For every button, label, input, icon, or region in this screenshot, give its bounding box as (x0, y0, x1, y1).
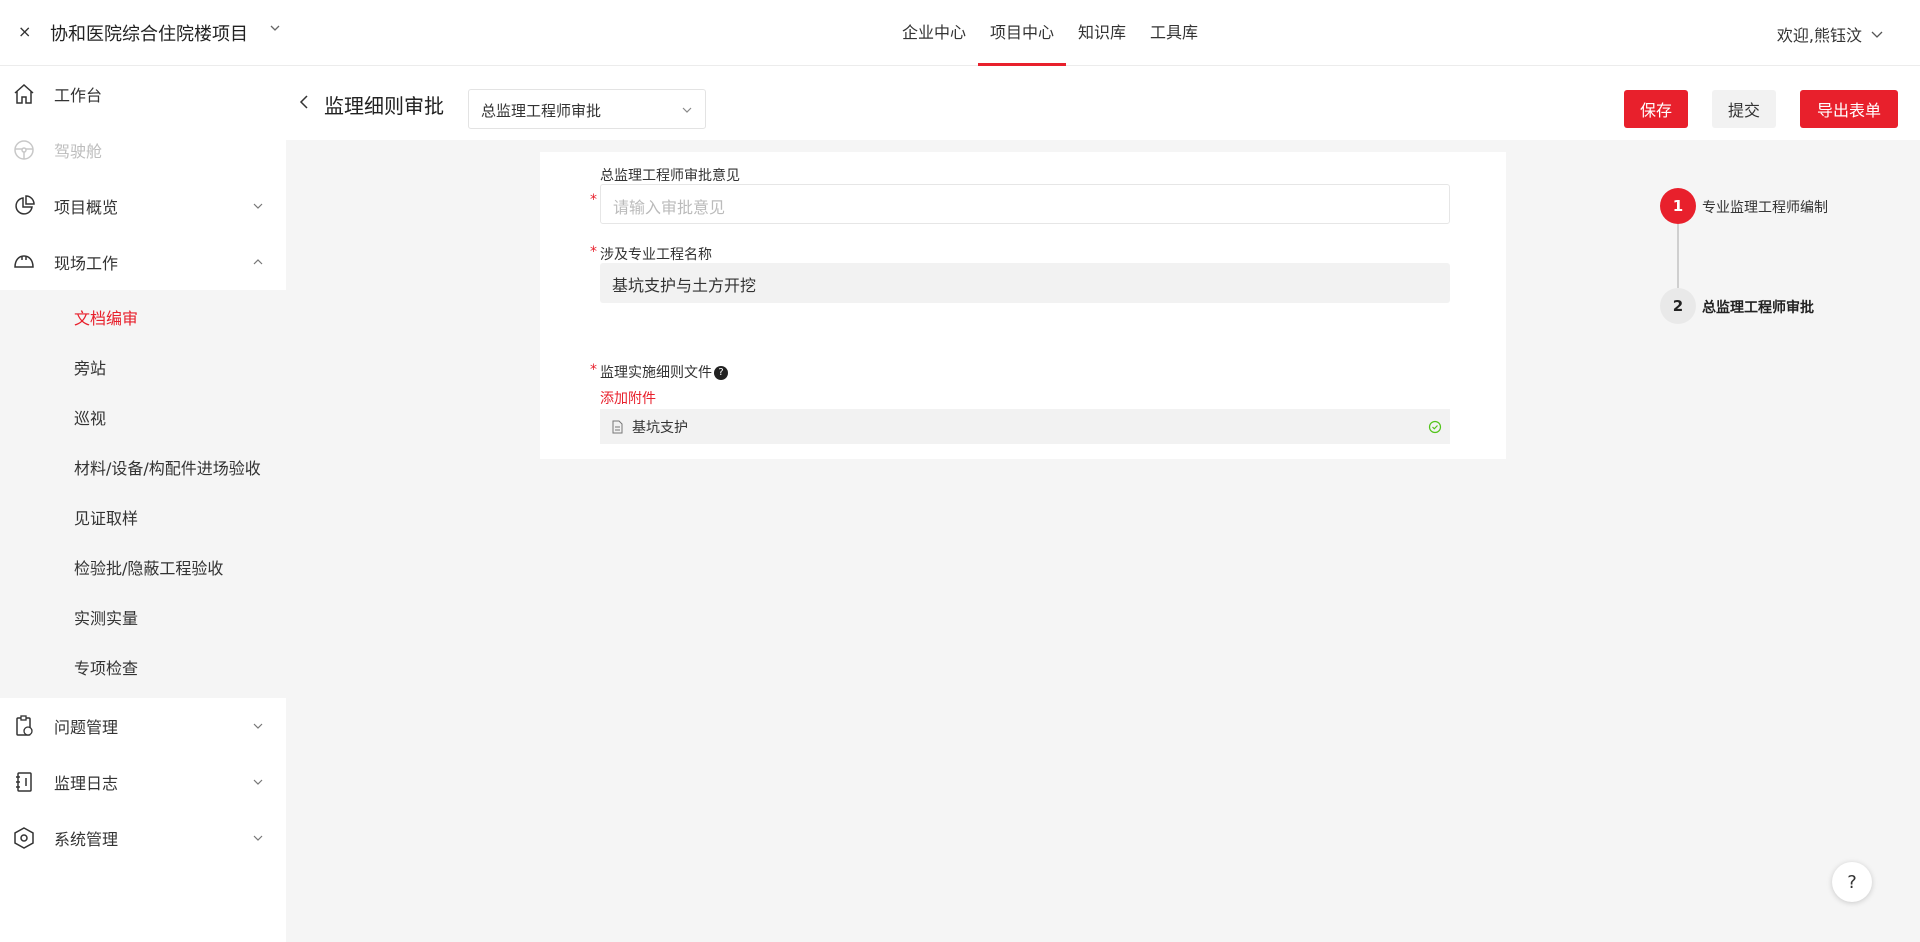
nav-enterprise-center[interactable]: 企业中心 (890, 0, 978, 66)
file-label: 监理实施细则文件? (600, 362, 728, 382)
attachment-name: 基坑支护 (632, 419, 688, 436)
export-form-button[interactable]: 导出表单 (1800, 90, 1898, 128)
main-content: 总监理工程师审批意见 * 请输入审批意见 * 涉及专业工程名称 基坑支护与土方开… (286, 140, 1920, 942)
step-2-label: 总监理工程师审批 (1702, 300, 1814, 316)
back-arrow-icon[interactable] (298, 94, 312, 110)
clipboard-question-icon (16, 715, 33, 736)
help-button[interactable]: ? (1832, 862, 1872, 902)
chevron-down-icon (253, 835, 263, 841)
project-name-label: 涉及专业工程名称 (600, 247, 712, 263)
sidebar: 工作台 驾驶舱 项目概览 现场工作 文档编审 旁站 巡视 材料/设备/构配件进场… (0, 66, 286, 942)
sidebar-item-issue-management[interactable]: 问题管理 (0, 698, 286, 754)
approval-form: 总监理工程师审批意见 * 请输入审批意见 * 涉及专业工程名称 基坑支护与土方开… (540, 152, 1506, 459)
content-header: 监理细则审批 总监理工程师审批 保存 提交 导出表单 (286, 66, 1920, 140)
step-2-circle: 2 (1660, 288, 1696, 324)
step-connector (1677, 224, 1679, 288)
close-icon[interactable]: × (18, 22, 31, 41)
sidebar-item-measurement[interactable]: 实测实量 (0, 594, 286, 644)
check-circle-icon (1428, 420, 1442, 434)
sidebar-item-label: 系统管理 (54, 830, 119, 849)
project-name-field: 基坑支护与土方开挖 (600, 263, 1450, 303)
add-attachment-link[interactable]: 添加附件 (600, 388, 656, 408)
chevron-down-icon[interactable] (268, 21, 282, 35)
sidebar-item-site-work[interactable]: 现场工作 (0, 234, 286, 290)
stage-select-value: 总监理工程师审批 (481, 102, 602, 120)
sidebar-item-label: 驾驶舱 (54, 142, 103, 161)
chevron-down-icon (253, 203, 263, 209)
steering-wheel-icon (14, 140, 34, 160)
pie-chart-icon (15, 195, 35, 215)
nav-project-center[interactable]: 项目中心 (978, 0, 1067, 66)
top-nav: 企业中心 项目中心 知识库 工具库 (890, 0, 1210, 66)
site-work-submenu: 文档编审 旁站 巡视 材料/设备/构配件进场验收 见证取样 检验批/隐蔽工程验收… (0, 290, 286, 698)
save-button[interactable]: 保存 (1624, 90, 1688, 128)
sidebar-item-label: 监理日志 (54, 774, 119, 793)
sidebar-item-workbench[interactable]: 工作台 (0, 66, 286, 122)
file-label-text: 监理实施细则文件 (600, 365, 712, 381)
sidebar-item-label: 问题管理 (54, 718, 119, 737)
opinion-input[interactable]: 请输入审批意见 (600, 184, 1450, 224)
sidebar-item-document-review[interactable]: 文档编审 (0, 294, 286, 344)
sidebar-item-label: 现场工作 (54, 254, 119, 273)
chevron-down-icon (682, 107, 692, 113)
chevron-down-icon (253, 779, 263, 785)
chevron-up-icon (253, 259, 263, 265)
user-menu[interactable]: 欢迎,熊钰汶 (1777, 22, 1884, 46)
sidebar-item-cockpit[interactable]: 驾驶舱 (0, 122, 286, 178)
help-icon[interactable]: ? (714, 366, 728, 380)
sidebar-item-material-acceptance[interactable]: 材料/设备/构配件进场验收 (0, 444, 286, 494)
welcome-text: 欢迎,熊钰汶 (1776, 26, 1862, 45)
nav-tool-library[interactable]: 工具库 (1138, 0, 1210, 66)
chevron-down-icon (253, 723, 263, 729)
opinion-label: 总监理工程师审批意见 (600, 168, 740, 184)
sidebar-item-inspection-lot[interactable]: 检验批/隐蔽工程验收 (0, 544, 286, 594)
sidebar-item-project-overview[interactable]: 项目概览 (0, 178, 286, 234)
stage-select[interactable]: 总监理工程师审批 (468, 89, 706, 129)
sidebar-item-special-inspection[interactable]: 专项检查 (0, 644, 286, 694)
chevron-down-icon (1871, 31, 1883, 38)
notebook-icon (16, 772, 32, 792)
sidebar-item-label: 工作台 (54, 86, 103, 105)
sidebar-item-supervision-log[interactable]: 监理日志 (0, 754, 286, 810)
required-mark: * (590, 192, 597, 208)
sidebar-item-system-management[interactable]: 系统管理 (0, 810, 286, 866)
sidebar-item-witness-sampling[interactable]: 见证取样 (0, 494, 286, 544)
hexagon-settings-icon (14, 827, 34, 849)
required-mark: * (590, 362, 597, 378)
nav-knowledge-base[interactable]: 知识库 (1066, 0, 1138, 66)
page-title: 监理细则审批 (324, 94, 444, 118)
step-1-circle: 1 (1660, 188, 1696, 224)
required-mark: * (590, 244, 597, 260)
step-1-label: 专业监理工程师编制 (1702, 200, 1828, 216)
attachment-row[interactable]: 基坑支护 (600, 409, 1450, 444)
file-icon (612, 420, 623, 433)
sidebar-item-label: 项目概览 (54, 198, 119, 217)
top-header: × 协和医院综合住院楼项目 企业中心 项目中心 知识库 工具库 欢迎,熊钰汶 (0, 0, 1920, 66)
approval-steps: 1 专业监理工程师编制 2 总监理工程师审批 (1660, 188, 1880, 328)
sidebar-item-side-station[interactable]: 旁站 (0, 344, 286, 394)
project-title[interactable]: 协和医院综合住院楼项目 (50, 20, 248, 46)
submit-button[interactable]: 提交 (1712, 90, 1776, 128)
home-icon (14, 83, 34, 104)
hard-hat-icon (14, 255, 34, 268)
sidebar-item-patrol[interactable]: 巡视 (0, 394, 286, 444)
